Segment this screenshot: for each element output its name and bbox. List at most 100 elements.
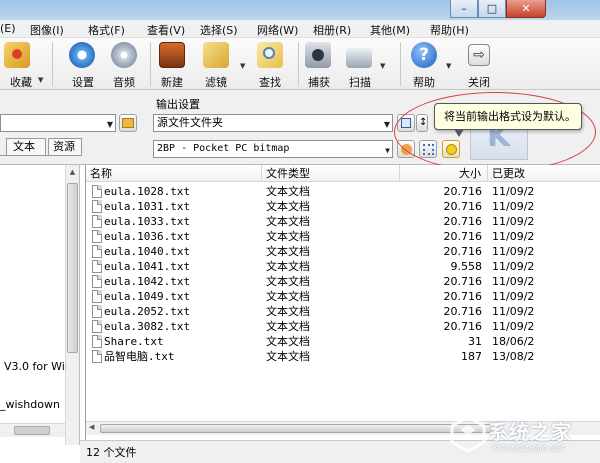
file-row[interactable]: eula.1033.txt 文本文档 20.716 11/09/2 [86,214,600,229]
folder-wand-icon [203,42,229,68]
text-file-icon [92,200,102,213]
left-path-combo[interactable]: ▼ [0,114,116,132]
file-type: 文本文档 [266,245,310,258]
file-modified: 11/09/2 [492,305,535,318]
tree-item-snippet-1[interactable]: V3.0 for Wir [4,360,66,373]
file-modified: 11/09/2 [492,275,535,288]
tree-hscrollbar[interactable] [0,423,65,437]
close-tool-button[interactable]: ⇨ [468,44,490,66]
file-row[interactable]: eula.1031.txt 文本文档 20.716 11/09/2 [86,199,600,214]
file-list: 名称 文件类型 大小 已更改 eula.1028.txt 文本文档 20.716 11… [85,165,600,440]
menu-help[interactable]: 帮助(H) [430,22,469,38]
tab-text[interactable]: 文本 [6,138,46,155]
column-modified-label: 已更改 [492,167,525,180]
camera-icon [305,42,331,68]
new-button[interactable] [159,42,185,68]
file-size: 31 [468,335,482,348]
file-modified: 11/09/2 [492,200,535,213]
new-image-icon [159,42,185,68]
file-name: eula.1041.txt [104,260,191,273]
tab-resource[interactable]: 资源 [48,138,82,155]
file-modified: 11/09/2 [492,260,535,273]
menu-view[interactable]: 查看(V) [147,22,185,38]
text-file-icon [92,320,102,333]
minimize-button[interactable]: – [450,0,478,18]
file-row[interactable]: eula.1049.txt 文本文档 20.716 11/09/2 [86,289,600,304]
file-row[interactable]: eula.2052.txt 文本文档 20.716 11/09/2 [86,304,600,319]
help-button[interactable]: ? [411,42,437,68]
exit-arrow-icon: ⇨ [468,44,490,66]
file-row[interactable]: eula.1036.txt 文本文档 20.716 11/09/2 [86,229,600,244]
file-type: 文本文档 [266,290,310,303]
output-settings-label: 输出设置 [156,98,200,111]
file-row[interactable]: eula.1041.txt 文本文档 9.558 11/09/2 [86,259,600,274]
scroll-left-icon[interactable]: ◀ [89,423,94,431]
hscroll-thumb[interactable] [100,424,495,433]
file-row[interactable]: Share.txt 文本文档 31 18/06/2 [86,334,600,349]
scroll-up-icon[interactable]: ▲ [66,165,79,179]
scan-label: 扫描 [349,76,371,89]
find-icon [257,42,283,68]
hscroll-thumb[interactable] [14,426,50,435]
scan-button[interactable] [346,44,372,68]
close-window-button[interactable]: ✕ [506,0,546,18]
toolbar-separator [150,42,151,86]
file-size: 20.716 [443,215,483,228]
file-modified: 11/09/2 [492,185,535,198]
maximize-icon: □ [486,2,498,15]
watermark: 系统之家 XITONGZHIJIA.NET [448,412,596,458]
scroll-thumb[interactable] [67,183,78,353]
gear-icon [69,42,95,68]
folder-star-icon [4,42,30,68]
file-type: 文本文档 [266,260,310,273]
browse-folder-button[interactable] [119,114,137,132]
watermark-url: XITONGZHIJIA.NET [492,444,566,453]
column-header-size[interactable]: 大小 [400,165,488,182]
column-header-name[interactable]: 名称 [86,165,262,182]
find-label: 查找 [259,76,281,89]
collect-button[interactable] [4,42,30,68]
filter-button[interactable] [203,42,229,68]
settings-button[interactable] [69,42,95,68]
find-button[interactable] [257,42,283,68]
settings-label: 设置 [72,76,94,89]
file-row[interactable]: eula.1042.txt 文本文档 20.716 11/09/2 [86,274,600,289]
output-folder-combo[interactable]: 源文件文件夹 ▼ [153,114,393,132]
filter-dropdown-icon[interactable]: ▼ [240,62,245,70]
column-header-modified[interactable]: 已更改 [488,165,600,182]
tooltip-pointer [454,129,464,137]
menu-format[interactable]: 格式(F) [88,22,125,38]
file-type: 文本文档 [266,275,310,288]
tree-item-snippet-2[interactable]: _wishdown [0,398,62,411]
menu-select[interactable]: 选择(S) [200,22,238,38]
file-type: 文本文档 [266,215,310,228]
file-size: 20.716 [443,245,483,258]
file-name: eula.1031.txt [104,200,191,213]
audio-button[interactable] [111,42,137,68]
file-row[interactable]: eula.1040.txt 文本文档 20.716 11/09/2 [86,244,600,259]
menu-edit[interactable]: (E) [0,22,16,35]
file-row[interactable]: 品智电脑.txt 文本文档 187 13/08/2 [86,349,600,364]
output-format-combo[interactable]: 2BP - Pocket PC bitmap ▼ [153,140,393,158]
file-type: 文本文档 [266,320,310,333]
menu-image[interactable]: 图像(I) [30,22,64,38]
toolbar-separator [400,42,401,86]
menu-other[interactable]: 其他(M) [370,22,410,38]
help-dropdown-icon[interactable]: ▼ [446,62,451,70]
file-row[interactable]: eula.3082.txt 文本文档 20.716 11/09/2 [86,319,600,334]
collect-dropdown-icon[interactable]: ▼ [38,76,43,84]
menu-network[interactable]: 网络(W) [257,22,298,38]
file-type: 文本文档 [266,185,310,198]
chevron-down-icon: ▼ [383,120,390,129]
scan-dropdown-icon[interactable]: ▼ [380,62,385,70]
status-file-count: 12 个文件 [86,446,137,459]
capture-button[interactable] [305,42,331,68]
menu-album[interactable]: 相册(R) [313,22,351,38]
column-header-type[interactable]: 文件类型 [262,165,400,182]
file-name: eula.2052.txt [104,305,191,318]
toolbar-separator [298,42,299,86]
maximize-button[interactable]: □ [478,0,506,18]
text-file-icon [92,305,102,318]
tree-scrollbar[interactable]: ▲ [65,165,79,445]
file-row[interactable]: eula.1028.txt 文本文档 20.716 11/09/2 [86,184,600,199]
